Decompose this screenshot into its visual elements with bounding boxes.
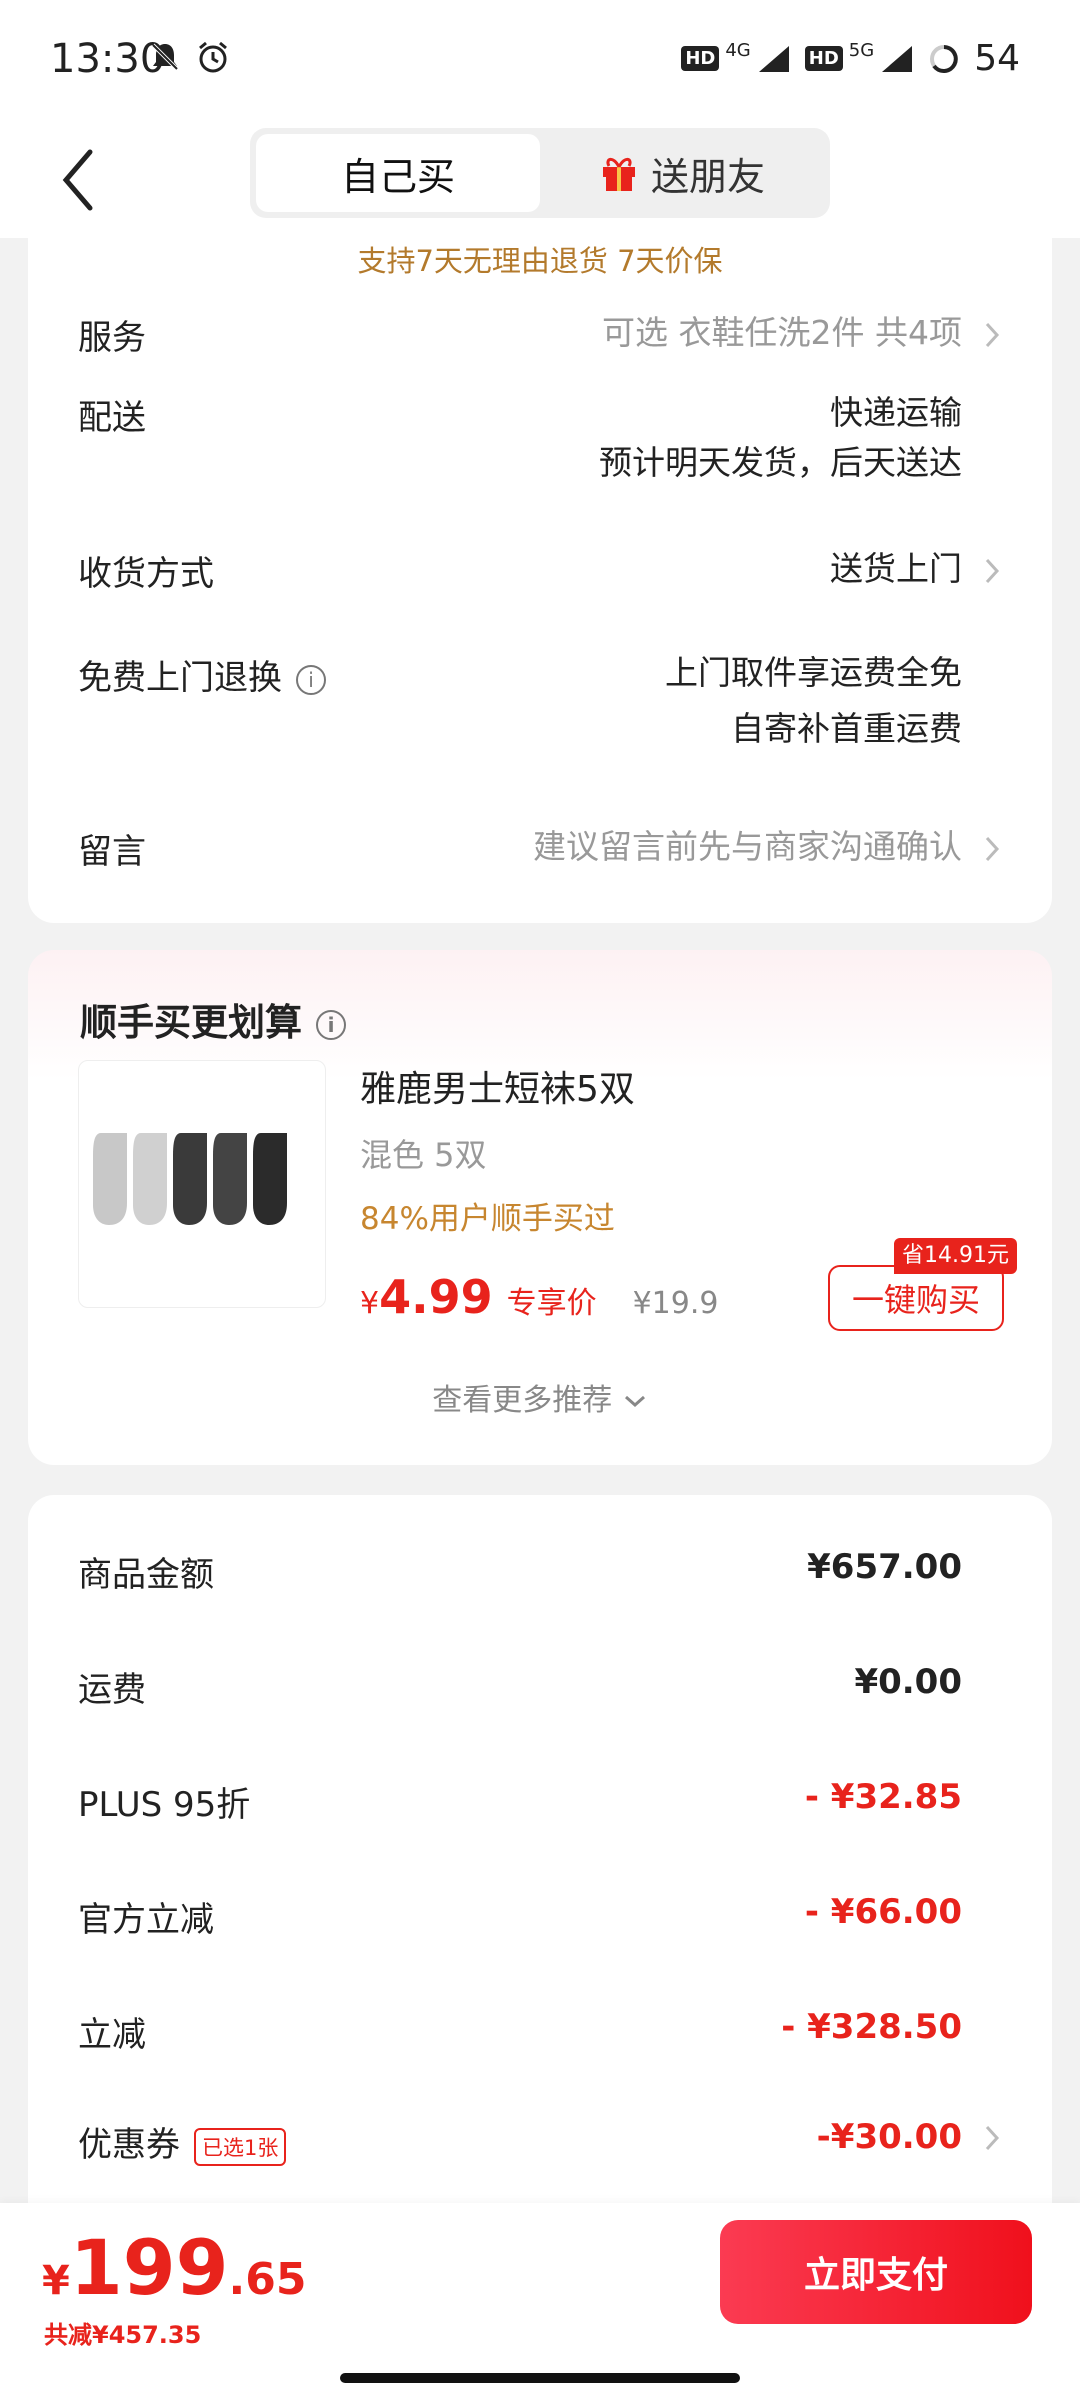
total-saved: 共减¥457.35 (44, 2321, 202, 2349)
battery-level: 54 (974, 38, 1020, 79)
delivery-estimate: 预计明天发货，后天送达 (599, 443, 962, 482)
fee-value-instant-discount: - ¥328.50 (781, 2007, 962, 2047)
fee-value-plus-discount: - ¥32.85 (804, 1777, 962, 1817)
alarm-icon (199, 41, 227, 73)
receive-method-value[interactable]: 送货上门 (830, 544, 962, 594)
network-4g: HD 4G (681, 40, 790, 74)
info-icon[interactable]: i (296, 664, 326, 695)
price-currency: ¥ (360, 1286, 380, 1321)
socks-image (93, 1133, 287, 1225)
info-icon[interactable]: i (316, 1009, 346, 1040)
home-indicator[interactable] (340, 2373, 740, 2383)
network-gen-label: 4G (725, 39, 751, 61)
fee-label-plus-discount: PLUS 95折 (78, 1785, 251, 1825)
hd-badge: HD (804, 46, 843, 71)
status-icons-right: HD 4G HD 5G 54 (681, 38, 1020, 79)
more-recommendations-label: 查看更多推荐 (432, 1383, 613, 1418)
product-variant: 混色 5双 (360, 1136, 487, 1174)
chevron-right-icon[interactable] (982, 320, 1002, 350)
total-price: ¥199.65 (42, 2223, 306, 2312)
product-name[interactable]: 雅鹿男士短袜5双 (360, 1060, 635, 1112)
checkout-bar: ¥199.65 共减¥457.35 立即支付 (0, 2203, 1080, 2400)
fee-label-official-discount: 官方立减 (78, 1900, 214, 1940)
upsell-title-text: 顺手买更划算 (80, 1001, 302, 1044)
price-value: 4.99 (379, 1270, 493, 1324)
mute-notification-icon (151, 43, 179, 71)
total-decimal: .65 (228, 2254, 307, 2305)
service-label: 服务 (78, 318, 146, 358)
signal-icon (882, 45, 913, 72)
exclusive-price-tag: 专享价 (506, 1286, 597, 1321)
status-bar: 13:30 HD 4G HD 5G 54 (0, 0, 1080, 120)
delivery-label: 配送 (78, 398, 146, 438)
save-badge: 省14.91元 (894, 1238, 1017, 1274)
network-5g: HD 5G (804, 40, 914, 74)
upsell-title: 顺手买更划算 i (80, 992, 346, 1046)
product-image[interactable] (78, 1060, 326, 1308)
tab-gift-friend[interactable]: 送朋友 (540, 134, 824, 212)
coupon-label: 优惠券 (78, 2125, 180, 2165)
fee-value-goods: ¥657.00 (807, 1547, 962, 1587)
message-label: 留言 (78, 832, 146, 872)
free-return-label: 免费上门退换 i (78, 650, 326, 699)
order-info-card: 支持7天无理由退货 7天价保 服务 可选 衣鞋任洗2件 共4项 配送 快递运输 … (28, 238, 1052, 923)
fee-label-goods: 商品金额 (78, 1555, 214, 1595)
tab-label: 自己买 (340, 154, 455, 199)
return-guarantee-banner: 支持7天无理由退货 7天价保 (357, 244, 723, 278)
free-return-pickup: 上门取件享运费全免 (665, 653, 962, 692)
chevron-right-icon[interactable] (982, 556, 1002, 586)
chevron-down-icon (624, 1395, 645, 1408)
free-return-self-send: 自寄补首重运费 (731, 709, 962, 748)
fee-value-shipping: ¥0.00 (854, 1662, 962, 1702)
signal-icon (758, 45, 789, 72)
fee-label-coupon: 优惠券 已选1张 (78, 2117, 287, 2166)
status-icons-left (148, 40, 230, 74)
one-click-buy-button[interactable]: 一键购买 (828, 1265, 1004, 1331)
hd-badge: HD (681, 46, 720, 71)
total-int: 199 (69, 2223, 229, 2312)
gift-icon (602, 157, 635, 191)
purchase-mode-toggle: 自己买 送朋友 (250, 128, 830, 218)
original-price: ¥19.9 (632, 1286, 719, 1321)
network-gen-label: 5G (848, 39, 875, 61)
receive-method-label: 收货方式 (78, 554, 214, 594)
tab-buy-for-self[interactable]: 自己买 (256, 134, 540, 212)
more-recommendations-link[interactable]: 查看更多推荐 (28, 1375, 1052, 1419)
header: 自己买 送朋友 (0, 120, 1080, 238)
product-price: ¥4.99 专享价 ¥19.9 (360, 1270, 718, 1324)
free-return-text: 免费上门退换 (78, 658, 282, 698)
fee-value-coupon[interactable]: -¥30.00 (817, 2117, 962, 2157)
fee-label-instant-discount: 立减 (78, 2015, 146, 2055)
social-proof: 84%用户顺手买过 (360, 1201, 615, 1237)
price-breakdown-card: 商品金额 ¥657.00 运费 ¥0.00 PLUS 95折 - ¥32.85 … (28, 1495, 1052, 2255)
delivery-method: 快递运输 (830, 393, 962, 432)
fee-label-shipping: 运费 (78, 1670, 146, 1710)
coupon-selected-badge: 已选1张 (194, 2127, 287, 2166)
upsell-card: 顺手买更划算 i 雅鹿男士短袜5双 混色 5双 84%用户顺手买过 ¥4.99 专享… (28, 950, 1052, 1465)
total-currency: ¥ (42, 2258, 70, 2304)
battery-ring-icon (930, 44, 959, 73)
chevron-right-icon[interactable] (982, 834, 1002, 864)
message-input[interactable]: 建议留言前先与商家沟通确认 (533, 822, 962, 872)
service-value[interactable]: 可选 衣鞋任洗2件 共4项 (602, 308, 962, 358)
fee-value-official-discount: - ¥66.00 (804, 1892, 962, 1932)
pay-now-button[interactable]: 立即支付 (720, 2220, 1032, 2324)
back-arrow-icon[interactable] (50, 140, 110, 220)
tab-label: 送朋友 (650, 154, 765, 199)
chevron-right-icon[interactable] (982, 2123, 1002, 2153)
